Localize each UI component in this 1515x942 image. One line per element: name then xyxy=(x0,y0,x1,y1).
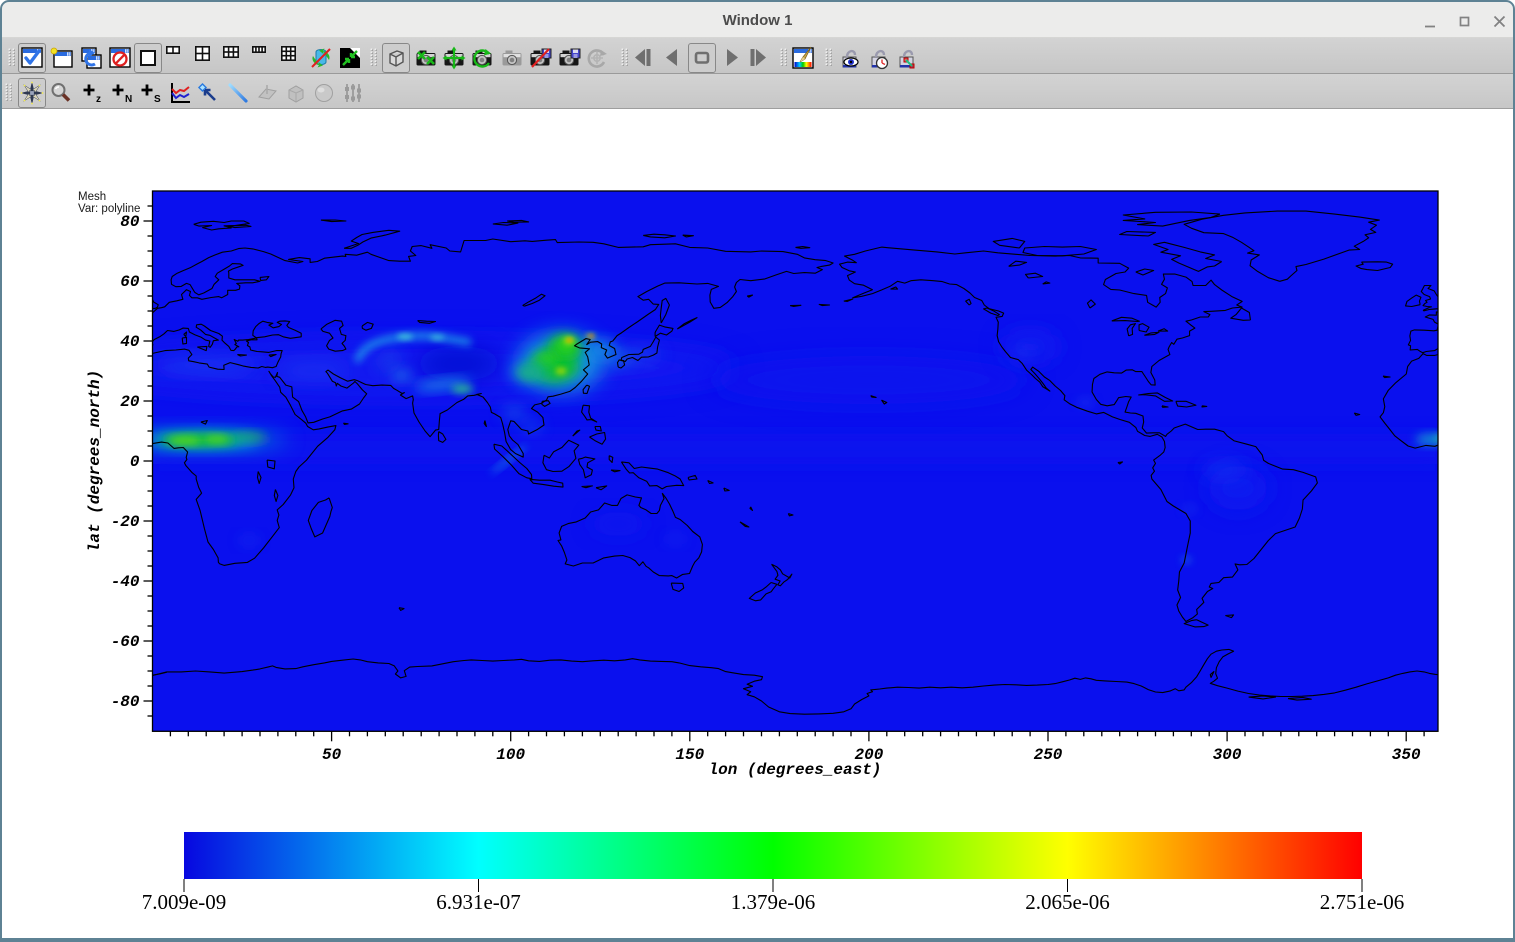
svg-text:7.009e-09: 7.009e-09 xyxy=(142,890,227,914)
svg-text:1.379e-06: 1.379e-06 xyxy=(731,890,816,914)
svg-text:2.751e-06: 2.751e-06 xyxy=(1320,890,1405,914)
svg-text:150: 150 xyxy=(675,746,704,764)
svg-text:80: 80 xyxy=(120,213,140,231)
svg-text:250: 250 xyxy=(1034,746,1063,764)
svg-text:0: 0 xyxy=(130,453,140,471)
svg-text:lon (degrees_east): lon (degrees_east) xyxy=(709,761,882,779)
svg-text:50: 50 xyxy=(322,746,342,764)
svg-text:-40: -40 xyxy=(111,573,140,591)
svg-text:40: 40 xyxy=(120,333,140,351)
svg-text:Var: polyline: Var: polyline xyxy=(78,203,140,215)
svg-text:lat (degrees_north): lat (degrees_north) xyxy=(86,370,104,552)
svg-text:20: 20 xyxy=(120,393,140,411)
svg-text:Mesh: Mesh xyxy=(78,191,106,203)
svg-text:300: 300 xyxy=(1213,746,1242,764)
svg-text:6.931e-07: 6.931e-07 xyxy=(436,890,521,914)
svg-text:-20: -20 xyxy=(111,513,140,531)
svg-text:-60: -60 xyxy=(111,633,140,651)
svg-text:350: 350 xyxy=(1392,746,1421,764)
svg-text:60: 60 xyxy=(120,273,140,291)
svg-text:100: 100 xyxy=(496,746,525,764)
svg-text:2.065e-06: 2.065e-06 xyxy=(1025,890,1110,914)
svg-text:-80: -80 xyxy=(111,693,140,711)
